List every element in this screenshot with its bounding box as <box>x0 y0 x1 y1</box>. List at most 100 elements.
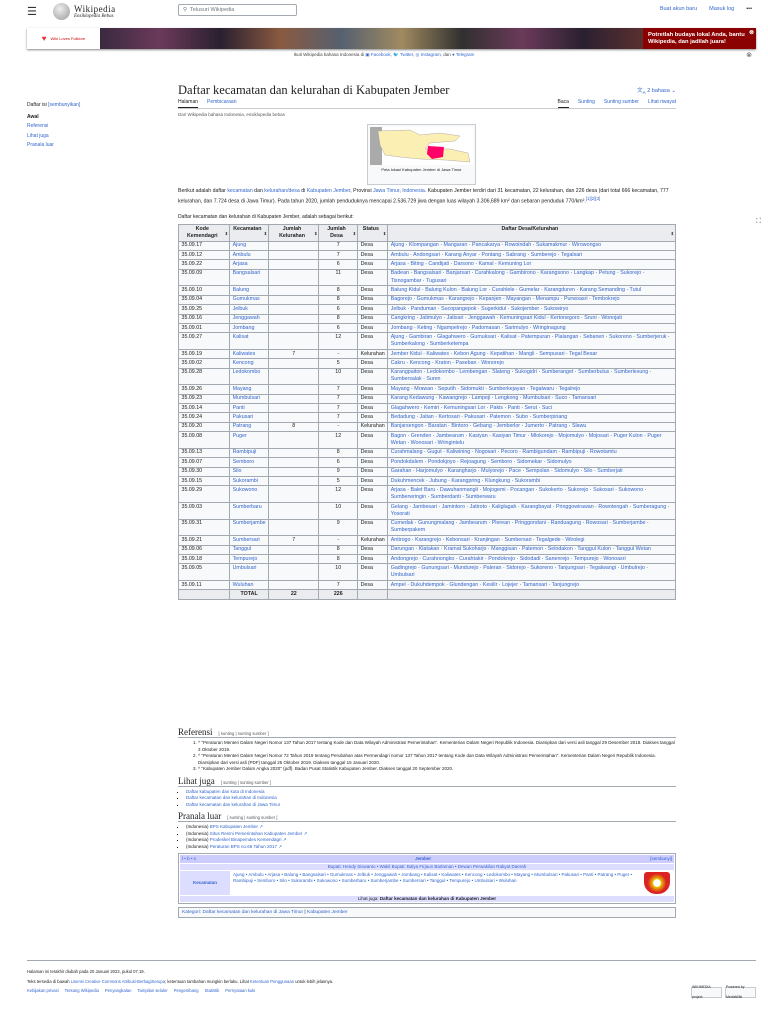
more-options-icon[interactable]: ••• <box>746 6 752 12</box>
desa-link[interactable]: Glagahwero <box>437 334 466 340</box>
kecamatan-link[interactable]: Panti <box>233 405 245 411</box>
desa-link[interactable]: Pocangan <box>510 487 534 493</box>
desa-link[interactable]: Bagon <box>391 433 406 439</box>
desa-link[interactable]: Jatiroto <box>470 504 487 510</box>
footer-link[interactable]: Statistik <box>205 986 220 996</box>
external-link[interactable]: Peraturan BPS no.66 Tahun 2017 ↗ <box>210 844 282 849</box>
desa-link[interactable]: Kertosari <box>438 414 459 420</box>
desa-link[interactable]: Jatisari <box>447 315 464 321</box>
column-header[interactable]: Jumlah Kelurahan <box>268 224 320 242</box>
desa-link[interactable]: Sanenrejo <box>545 556 569 562</box>
desa-link[interactable]: Sumberketempa <box>430 341 469 347</box>
toc-item[interactable]: Lihat juga <box>27 133 49 139</box>
kecamatan-link[interactable]: Pakusari <box>233 414 254 420</box>
desa-link[interactable]: Kawangrejo <box>439 395 467 401</box>
wikipedia-logo[interactable]: Wikipedia Ensiklopedia Bebas <box>53 3 116 20</box>
desa-link[interactable]: Garahan <box>391 468 412 474</box>
edit-section-link[interactable]: [ sunting | sunting sumber ] <box>218 731 268 736</box>
terms-link[interactable]: Ketentuan Penggunaan <box>250 979 294 984</box>
desa-link[interactable]: Candijati <box>428 261 449 267</box>
external-link[interactable]: Prodeskel Binapemdes Kemendagri ↗ <box>210 837 287 842</box>
desa-link[interactable]: Sumberjati <box>597 468 622 474</box>
instagram-link[interactable]: ◎ Instagram, <box>416 52 442 57</box>
desa-link[interactable]: Paleran <box>483 565 501 571</box>
column-header[interactable]: Status <box>357 224 389 242</box>
desa-link[interactable]: Karangharjo <box>448 468 477 474</box>
tab-lihat-riwayat[interactable]: Lihat riwayat <box>648 99 676 108</box>
desa-link[interactable]: Pringgowirawan <box>556 504 594 510</box>
link[interactable]: kecamatan <box>227 188 252 194</box>
desa-link[interactable]: Sabrang <box>506 252 526 258</box>
desa-link[interactable]: Curahtakir <box>459 556 483 562</box>
desa-link[interactable]: Mlokorejo <box>531 433 554 439</box>
desa-link[interactable]: Kaliwining <box>446 449 470 455</box>
banner-cta[interactable]: Potretlah budaya lokal Anda, bantu Wikip… <box>648 32 745 45</box>
desa-link[interactable]: Panduman <box>411 306 437 312</box>
desa-link[interactable]: Ambulu <box>391 252 409 258</box>
desa-link[interactable]: Umbulrejo <box>621 565 645 571</box>
desa-link[interactable]: Sukowono <box>618 487 643 493</box>
desa-link[interactable]: Rowosari <box>586 520 608 526</box>
link[interactable]: kelurahan/desa <box>264 188 299 194</box>
desa-link[interactable]: Balung Kidul <box>391 287 421 293</box>
desa-link[interactable]: Wonorejo <box>481 360 504 366</box>
desa-link[interactable]: Sumberlesung <box>614 369 648 375</box>
reference-item[interactable]: ^ "Kabupaten Jember Dalam Angka 2020" (p… <box>198 766 676 773</box>
desa-link[interactable]: Tegalrejo <box>559 386 581 392</box>
desa-link[interactable]: Sidomukti <box>461 386 484 392</box>
desa-link[interactable]: Kranjingan <box>474 537 499 543</box>
desa-link[interactable]: Andongsari <box>413 252 440 258</box>
desa-link[interactable]: Wringinagung <box>533 325 566 331</box>
desa-link[interactable]: Dukuhdempok <box>410 582 444 588</box>
desa-link[interactable]: Lojejer <box>502 582 518 588</box>
desa-link[interactable]: Sumbersalak <box>391 376 422 382</box>
kecamatan-link[interactable]: Arjasa <box>233 261 248 267</box>
desa-link[interactable]: Slawu <box>572 423 586 429</box>
desa-link[interactable]: Kepatihan <box>490 351 514 357</box>
desa-link[interactable]: Patrang <box>549 423 568 429</box>
desa-link[interactable]: Sukokerto <box>539 487 563 493</box>
desa-link[interactable]: Nogosari <box>475 449 496 455</box>
desa-link[interactable]: Pecoro <box>501 449 518 455</box>
desa-link[interactable]: Gumelar <box>519 287 539 293</box>
desa-link[interactable]: Mojosari <box>589 433 609 439</box>
desa-link[interactable]: Tegalwaru <box>530 386 554 392</box>
desa-link[interactable]: Kebon Agung <box>454 351 486 357</box>
desa-link[interactable]: Cakru <box>391 360 405 366</box>
kecamatan-link[interactable]: Gumukmas <box>233 296 260 302</box>
desa-link[interactable]: Gelang <box>391 504 408 510</box>
desa-link[interactable]: Ajung <box>391 334 405 340</box>
desa-link[interactable]: Kalisat <box>501 334 517 340</box>
category-link[interactable]: Kabupaten Jember <box>307 910 348 915</box>
edit-section-link[interactable]: [ sunting | sunting sumber ] <box>221 780 271 785</box>
kecamatan-link[interactable]: Sukorambi <box>233 478 258 484</box>
footer-link[interactable]: Pernyataan kuki <box>225 986 255 996</box>
desa-link[interactable]: Pontang <box>481 252 501 258</box>
desa-link[interactable]: Sumberpakem <box>391 527 425 533</box>
desa-link[interactable]: Gambirono <box>509 270 535 276</box>
desa-link[interactable]: Ajung <box>391 242 405 248</box>
desa-link[interactable]: Pondokdalem <box>391 459 423 465</box>
desa-link[interactable]: Tegalwangi <box>589 565 616 571</box>
desa-link[interactable]: Sukoreno <box>609 334 632 340</box>
desa-link[interactable]: Kraton <box>435 360 451 366</box>
navbox-vde-links[interactable]: l • b • s <box>182 856 196 862</box>
desa-link[interactable]: Tanggul Kulon <box>577 546 611 552</box>
close-icon[interactable]: ⊗ <box>746 51 752 59</box>
desa-link[interactable]: Kemuningsari Kidul <box>500 315 546 321</box>
desa-link[interactable]: Sruni <box>584 315 596 321</box>
fullscreen-icon[interactable]: ⛶ <box>756 218 761 226</box>
column-header[interactable]: Daftar Desa/Kelurahan <box>387 224 676 242</box>
kecamatan-link[interactable]: Bangsalsari <box>233 270 261 276</box>
desa-link[interactable]: Wonojati <box>601 315 622 321</box>
kecamatan-link[interactable]: Ajung <box>233 242 247 248</box>
category-link[interactable]: Daftar kecamatan dan kelurahan di Jawa T… <box>203 910 304 915</box>
desa-link[interactable]: Kaliglagah <box>492 504 517 510</box>
desa-link[interactable]: Manggisan <box>491 546 517 552</box>
desa-link[interactable]: Patemon <box>522 546 543 552</box>
desa-link[interactable]: Sidodadi <box>520 556 541 562</box>
reference-item[interactable]: ^ "Peraturan Menteri Dalam Negeri Nomor … <box>198 753 676 766</box>
desa-link[interactable]: Sukojember <box>511 306 539 312</box>
twitter-link[interactable]: 🐦 Twitter, <box>393 52 414 57</box>
desa-link[interactable]: Wringintelu <box>438 440 464 446</box>
